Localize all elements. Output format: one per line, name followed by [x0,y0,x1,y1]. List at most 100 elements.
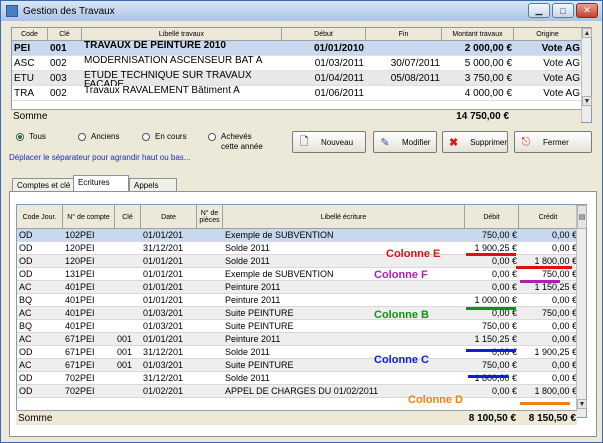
col-header-fin[interactable]: Fin [366,28,442,41]
col-header-code[interactable]: Code [12,28,48,41]
fermer-button[interactable]: ⎋ Fermer [514,131,592,153]
ecriture-cell-debit: 1 000,00 € [474,295,517,305]
col-header-libelle[interactable]: Libellé travaux [82,28,282,41]
col-header-libelle[interactable]: Libellé écriture [223,205,465,229]
scroll-up-arrow-icon[interactable]: ▲ [582,28,592,38]
ecriture-cell-piece [199,242,223,255]
travaux-cell-cle: 002 [50,58,67,69]
ecriture-row[interactable]: OD 102PEI 01/01/201 Exemple de SUBVENTION 75… [17,229,578,242]
maximize-button[interactable]: □ [552,3,574,18]
ecriture-cell-libelle: Solde 2011 [225,347,270,357]
ecriture-row[interactable]: OD 702PEI 01/02/201 APPEL DE CHARGES DU 01/… [17,385,578,398]
ecriture-cell-debit: 0,00 € [491,269,517,279]
ecriture-cell-date: 31/12/201 [143,243,184,253]
nouveau-button[interactable]: 🗋 Nouveau [292,131,366,153]
radio-icon[interactable] [208,133,216,141]
travaux-grid-scrollbar[interactable]: ▲ ▼ [581,28,592,122]
app-icon [6,5,18,17]
ecriture-row[interactable]: OD 671PEI 001 31/12/201 Solde 2011 0,00 € 1 90… [17,346,578,359]
col-header-pieces[interactable]: N° de pièces [197,205,223,229]
column-chooser-icon[interactable]: ▤ [577,205,587,229]
ecriture-row[interactable]: AC 671PEI 001 01/01/201 Peinture 2011 1 150,2… [17,333,578,346]
tab-ecritures[interactable]: Ecritures [73,175,129,192]
ecriture-row[interactable]: AC 401PEI 01/01/201 Peinture 2011 0,00 €1 15… [17,281,578,294]
supprimer-button[interactable]: ✖ Supprimer [442,131,508,153]
ecriture-cell-debit: 1 800,00 € [474,373,517,383]
col-header-debut[interactable]: Début [282,28,366,41]
total-credit: 8 150,50 € [528,413,576,424]
ecriture-cell-date: 31/12/201 [143,373,184,383]
filter-acheves[interactable]: Achevés cette année [208,132,267,152]
ecriture-cell-debit: 1 150,25 € [474,334,517,344]
underline-colonne-b [466,307,516,310]
minimize-button[interactable]: ▁ [528,3,550,18]
modifier-button[interactable]: ✎ Modifier [373,131,437,153]
travaux-row[interactable]: TRA 002 Travaux RAVALEMENT Bâtiment A 01/06… [12,86,582,101]
col-header-code-jour[interactable]: Code Jour. [17,205,63,229]
travaux-cell-origine: Vote AG [543,88,580,99]
ecriture-cell-piece [199,255,223,268]
col-header-date[interactable]: Date [141,205,197,229]
col-header-origine[interactable]: Origine [514,28,582,41]
ecriture-cell-credit: 0,00 € [551,243,577,253]
travaux-cell-cle: 003 [50,73,67,84]
travaux-cell-code: PEI [14,43,31,54]
travaux-cell-libelle: Travaux RAVALEMENT Bâtiment A [84,86,240,96]
ecriture-cell-piece [199,307,223,320]
ecritures-grid-scrollbar[interactable]: ▤ ▼ [576,205,587,417]
ecriture-cell-debit: 750,00 € [481,321,517,331]
ecriture-row[interactable]: OD 120PEI 01/01/201 Solde 2011 0,00 €1 800,0… [17,255,578,268]
ecriture-row[interactable]: BQ 401PEI 01/01/201 Peinture 2011 1 000,00 €… [17,294,578,307]
ecriture-cell-cle [117,255,141,268]
ecriture-row[interactable]: OD 131PEI 01/01/201 Exemple de SUBVENTION 0,… [17,268,578,281]
col-header-credit[interactable]: Crédit [519,205,578,229]
ecriture-cell-credit: 750,00 € [541,308,577,318]
radio-icon[interactable] [78,133,86,141]
annotation-colonne-f: Colonne F [374,269,428,281]
ecriture-cell-date: 01/01/201 [143,282,184,292]
travaux-row[interactable]: ASC 002 MODERNISATION ASCENSEUR BAT A 01/03… [12,56,582,71]
ecriture-cell-compte: 120PEI [65,243,95,253]
filter-tous[interactable]: Tous [16,132,46,141]
ecriture-row[interactable]: AC 671PEI 001 01/03/201 Suite PEINTURE 750,00… [17,359,578,372]
travaux-row[interactable]: ETU 003 ETUDE TECHNIQUE SUR TRAVAUX FACADE… [12,71,582,86]
col-header-cle[interactable]: Clé [48,28,82,41]
col-header-montant[interactable]: Montant travaux [442,28,514,41]
ecriture-cell-credit: 0,00 € [551,295,577,305]
ecriture-cell-libelle: Exemple de SUBVENTION [225,230,334,240]
tab-appels[interactable]: Appels [129,178,177,192]
ecriture-cell-cle: 001 [117,334,133,344]
ecriture-row[interactable]: BQ 401PEI 01/03/201 Suite PEINTURE 750,00 € 0… [17,320,578,333]
ecritures-grid[interactable]: Code Jour. N° de compte Clé Date N° de p… [16,204,587,418]
ecriture-cell-piece [199,359,223,372]
ecriture-row[interactable]: OD 702PEI 31/12/201 Solde 2011 1 800,00 € 0,0… [17,372,578,385]
radio-icon[interactable] [142,133,150,141]
annotation-colonne-d: Colonne D [408,394,463,406]
underline-colonne-e [466,253,516,256]
tab-comptes-et-cle[interactable]: Comptes et clé [12,178,74,192]
travaux-row[interactable]: PEI 001 TRAVAUX DE PEINTURE 2010 01/01/2010… [12,41,582,56]
scroll-down-arrow-icon[interactable]: ▼ [582,96,592,106]
col-header-debit[interactable]: Débit [465,205,519,229]
ecriture-cell-credit: 0,00 € [551,230,577,240]
ecriture-cell-compte: 401PEI [65,321,95,331]
title-bar[interactable]: Gestion des Travaux ▁ □ ✕ [1,1,602,21]
scroll-down-arrow-icon[interactable]: ▼ [577,399,587,409]
close-button[interactable]: ✕ [576,3,598,18]
ecriture-cell-cle: 001 [117,360,133,370]
window-title: Gestion des Travaux [23,5,115,17]
ecriture-cell-cle [117,320,141,333]
ecriture-cell-piece [199,385,223,398]
ecriture-cell-compte: 102PEI [65,230,95,240]
ecriture-cell-cle [117,294,141,307]
filter-anciens[interactable]: Anciens [78,132,119,141]
filter-en-cours[interactable]: En cours [142,132,187,141]
col-header-compte[interactable]: N° de compte [63,205,115,229]
radio-selected-icon[interactable] [16,133,24,141]
col-header-cle[interactable]: Clé [115,205,141,229]
travaux-cell-fin: 05/08/2011 [390,73,440,84]
ecriture-cell-jour: OD [19,373,33,383]
ecriture-cell-date: 31/12/201 [143,347,184,357]
travaux-cell-origine: Vote AG [543,58,580,69]
ecriture-cell-date: 01/01/201 [143,269,184,279]
